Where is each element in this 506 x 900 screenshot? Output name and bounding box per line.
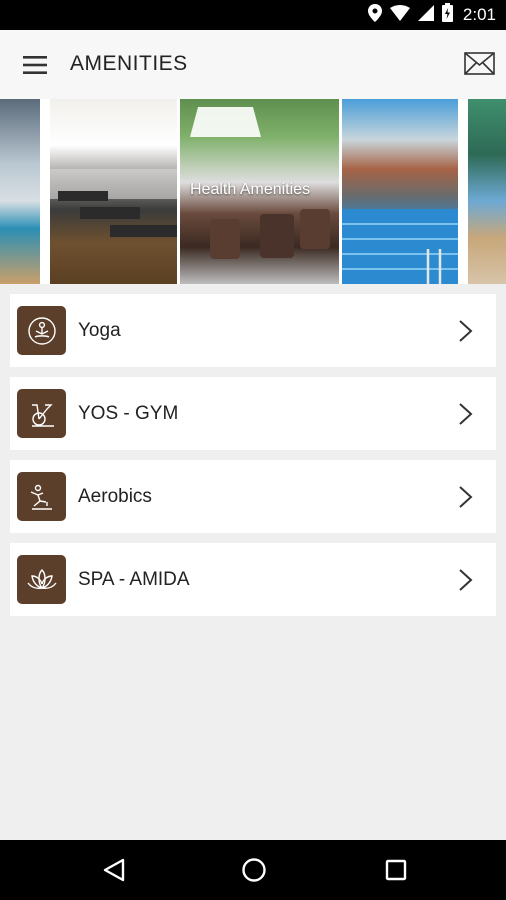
amenities-list: Yoga YOS - GYM Aerobics SPA - AMIDA [10,294,496,626]
carousel-image[interactable] [342,99,458,284]
list-item-gym[interactable]: YOS - GYM [10,377,496,450]
battery-icon [441,3,453,27]
wifi-icon [389,4,410,26]
mail-button[interactable] [462,48,496,78]
envelope-icon [463,51,495,75]
recents-button[interactable] [380,854,412,886]
swimming-pool-image [342,209,458,284]
list-item-label: Yoga [78,320,121,341]
location-icon [367,3,382,27]
list-item-aerobics[interactable]: Aerobics [10,460,496,533]
carousel-image[interactable] [50,99,177,284]
chevron-right-icon [459,486,473,508]
amenities-carousel[interactable]: Health Amenities [0,99,506,284]
recents-square-icon [385,859,407,881]
chevron-right-icon [459,320,473,342]
chevron-right-icon [459,569,473,591]
app-bar: AMENITIES [0,30,506,99]
home-button[interactable] [238,854,270,886]
chevron-right-icon [459,403,473,425]
hamburger-icon [23,56,47,74]
lotus-icon [17,555,66,604]
carousel-image[interactable] [468,99,506,284]
list-item-label: SPA - AMIDA [78,569,190,590]
system-nav-bar [0,840,506,900]
list-item-spa[interactable]: SPA - AMIDA [10,543,496,616]
treadmill-image [50,169,177,237]
aerobics-icon [17,472,66,521]
carousel-image[interactable] [0,99,40,284]
list-item-label: YOS - GYM [78,403,179,424]
list-item-yoga[interactable]: Yoga [10,294,496,367]
signal-icon [417,4,434,26]
back-triangle-icon [103,858,125,882]
carousel-caption: Health Amenities [190,181,311,198]
status-time: 2:01 [462,5,496,24]
home-circle-icon [242,858,266,882]
menu-button[interactable] [14,50,56,80]
exercise-bike-icon [17,389,66,438]
page-title: AMENITIES [70,52,188,75]
list-item-label: Aerobics [78,486,152,507]
status-bar: 2:01 [0,0,506,30]
status-icons: 2:01 [367,3,496,27]
back-button[interactable] [98,854,130,886]
yoga-icon [17,306,66,355]
